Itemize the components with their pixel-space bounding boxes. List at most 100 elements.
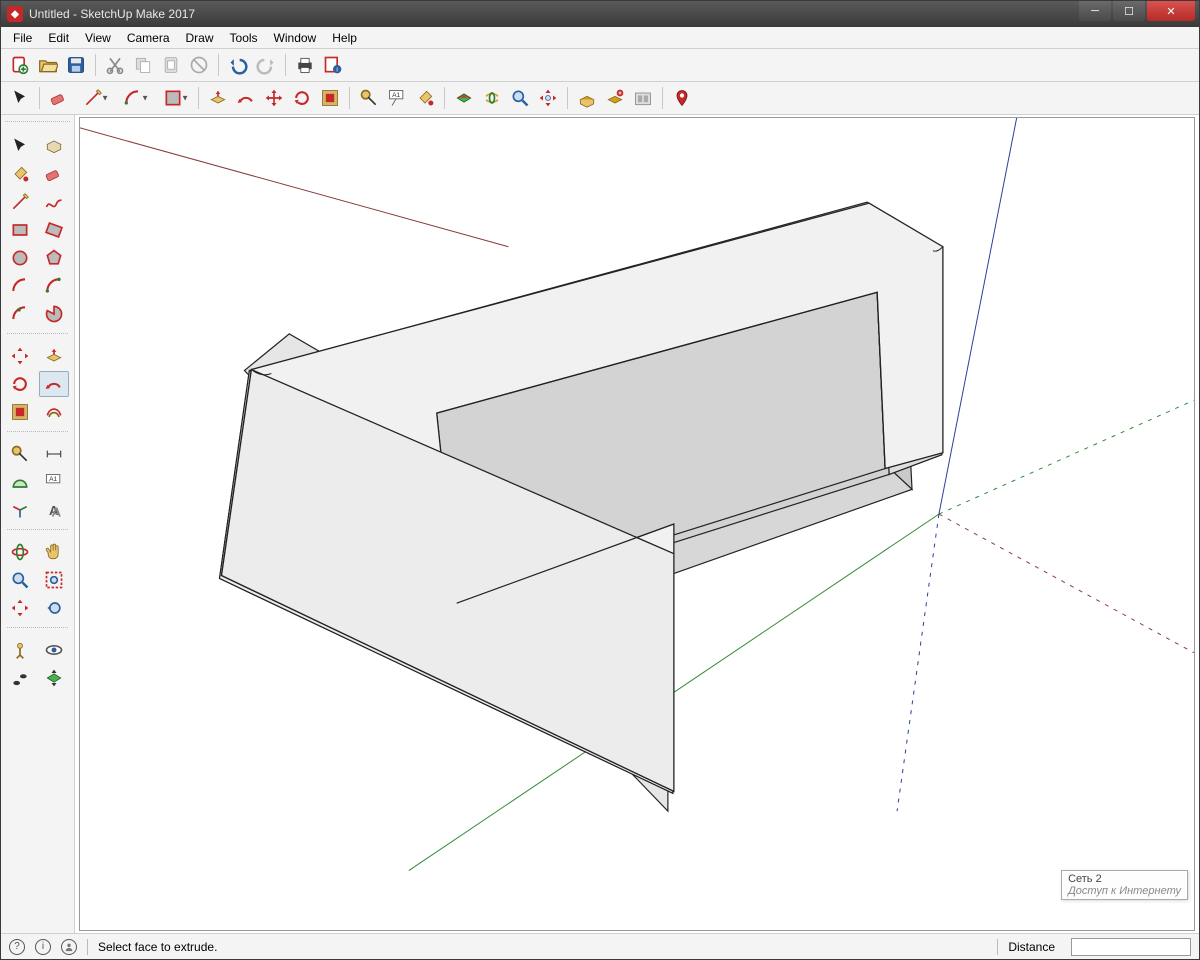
polygon-tool[interactable] xyxy=(39,245,69,271)
large-toolset-vertical: A1 AA xyxy=(1,115,75,933)
tape-measure-tool[interactable] xyxy=(356,85,382,111)
orbit-tool[interactable] xyxy=(479,85,505,111)
eraser-tool[interactable] xyxy=(46,85,72,111)
axes-tool[interactable] xyxy=(5,497,35,523)
line-tool[interactable] xyxy=(5,189,35,215)
add-location-button[interactable] xyxy=(669,85,695,111)
offset-tool[interactable] xyxy=(39,399,69,425)
maximize-button[interactable]: ☐ xyxy=(1113,1,1145,21)
red-axis-dashed xyxy=(939,514,1194,653)
select-tool[interactable] xyxy=(5,133,35,159)
rotated-rectangle-tool[interactable] xyxy=(39,217,69,243)
follow-me-tool[interactable] xyxy=(39,371,69,397)
menu-draw[interactable]: Draw xyxy=(178,29,222,47)
make-component-tool[interactable] xyxy=(39,133,69,159)
measurement-input[interactable] xyxy=(1071,938,1191,956)
zoom-extents-tool[interactable] xyxy=(5,595,35,621)
pie-tool[interactable] xyxy=(39,301,69,327)
shapes-tool-dropdown[interactable]: ▼ xyxy=(154,85,192,111)
menu-window[interactable]: Window xyxy=(266,29,325,47)
network-name: Сеть 2 xyxy=(1068,873,1181,885)
text-tool[interactable]: A1 xyxy=(39,469,69,495)
title-bar: ◆ Untitled - SketchUp Make 2017 ─ ☐ ✕ xyxy=(1,1,1199,27)
share-model-button[interactable] xyxy=(602,85,628,111)
menu-help[interactable]: Help xyxy=(324,29,365,47)
window-title: Untitled - SketchUp Make 2017 xyxy=(29,7,1079,21)
svg-text:A1: A1 xyxy=(49,476,57,483)
menu-file[interactable]: File xyxy=(5,29,40,47)
arc-tool[interactable] xyxy=(5,273,35,299)
offset-tool[interactable] xyxy=(317,85,343,111)
redo-button[interactable] xyxy=(253,52,279,78)
eraser-tool[interactable] xyxy=(39,161,69,187)
rectangle-tool[interactable] xyxy=(5,217,35,243)
standard-toolbar: i xyxy=(1,49,1199,82)
pan-tool[interactable] xyxy=(39,539,69,565)
arc-3pt-tool[interactable] xyxy=(5,301,35,327)
select-tool[interactable] xyxy=(7,85,33,111)
move-tool[interactable] xyxy=(261,85,287,111)
status-hint: Select face to extrude. xyxy=(98,940,217,954)
close-button[interactable]: ✕ xyxy=(1147,1,1195,21)
tape-measure-tool[interactable] xyxy=(5,441,35,467)
get-models-button[interactable] xyxy=(574,85,600,111)
dimension-tool[interactable] xyxy=(39,441,69,467)
zoom-tool[interactable] xyxy=(507,85,533,111)
save-button[interactable] xyxy=(63,52,89,78)
model-info-button[interactable]: i xyxy=(320,52,346,78)
red-axis-solid xyxy=(80,128,508,247)
user-icon[interactable] xyxy=(61,939,77,955)
green-axis-dashed xyxy=(939,400,1194,514)
paint-bucket-tool[interactable] xyxy=(5,161,35,187)
copy-button[interactable] xyxy=(130,52,156,78)
look-around-tool[interactable] xyxy=(39,637,69,663)
network-tooltip: Сеть 2 Доступ к Интернету xyxy=(1061,870,1188,900)
follow-me-tool[interactable] xyxy=(233,85,259,111)
zoom-window-tool[interactable] xyxy=(39,567,69,593)
arc-2pt-tool[interactable] xyxy=(39,273,69,299)
rotate-tool[interactable] xyxy=(289,85,315,111)
menu-view[interactable]: View xyxy=(77,29,119,47)
svg-text:A1: A1 xyxy=(392,92,400,99)
protractor-tool[interactable] xyxy=(5,469,35,495)
open-button[interactable] xyxy=(35,52,61,78)
menu-camera[interactable]: Camera xyxy=(119,29,178,47)
section-plane-tool[interactable] xyxy=(39,665,69,691)
cut-button[interactable] xyxy=(102,52,128,78)
print-button[interactable] xyxy=(292,52,318,78)
svg-text:A: A xyxy=(51,505,61,520)
model-viewport[interactable]: Сеть 2 Доступ к Интернету xyxy=(79,117,1195,931)
rotate-tool[interactable] xyxy=(5,371,35,397)
zoom-extents-tool[interactable] xyxy=(535,85,561,111)
arc-tool-dropdown[interactable]: ▼ xyxy=(114,85,152,111)
undo-button[interactable] xyxy=(225,52,251,78)
position-camera-tool[interactable] xyxy=(5,637,35,663)
measurement-label: Distance xyxy=(1008,940,1055,954)
minimize-button[interactable]: ─ xyxy=(1079,1,1111,21)
freehand-tool[interactable] xyxy=(39,189,69,215)
zoom-tool[interactable] xyxy=(5,567,35,593)
scale-tool[interactable] xyxy=(5,399,35,425)
line-tool-dropdown[interactable]: ▼ xyxy=(74,85,112,111)
circle-tool[interactable] xyxy=(5,245,35,271)
previous-view-tool[interactable] xyxy=(39,595,69,621)
paste-button[interactable] xyxy=(158,52,184,78)
extension-warehouse-button[interactable] xyxy=(630,85,656,111)
walk-tool[interactable] xyxy=(5,665,35,691)
new-file-button[interactable] xyxy=(7,52,33,78)
text-tool[interactable]: A1 xyxy=(384,85,410,111)
paint-bucket-tool[interactable] xyxy=(412,85,438,111)
push-pull-tool[interactable] xyxy=(39,343,69,369)
network-status: Доступ к Интернету xyxy=(1068,885,1181,897)
help-icon[interactable]: ? xyxy=(9,939,25,955)
push-pull-tool[interactable] xyxy=(205,85,231,111)
erase-button[interactable] xyxy=(186,52,212,78)
3d-text-tool[interactable]: AA xyxy=(39,497,69,523)
section-plane-tool[interactable] xyxy=(451,85,477,111)
large-toolset-toolbar: ▼ ▼ ▼ A1 xyxy=(1,82,1199,115)
menu-edit[interactable]: Edit xyxy=(40,29,77,47)
orbit-tool[interactable] xyxy=(5,539,35,565)
menu-tools[interactable]: Tools xyxy=(222,29,266,47)
info-icon[interactable]: i xyxy=(35,939,51,955)
move-tool[interactable] xyxy=(5,343,35,369)
